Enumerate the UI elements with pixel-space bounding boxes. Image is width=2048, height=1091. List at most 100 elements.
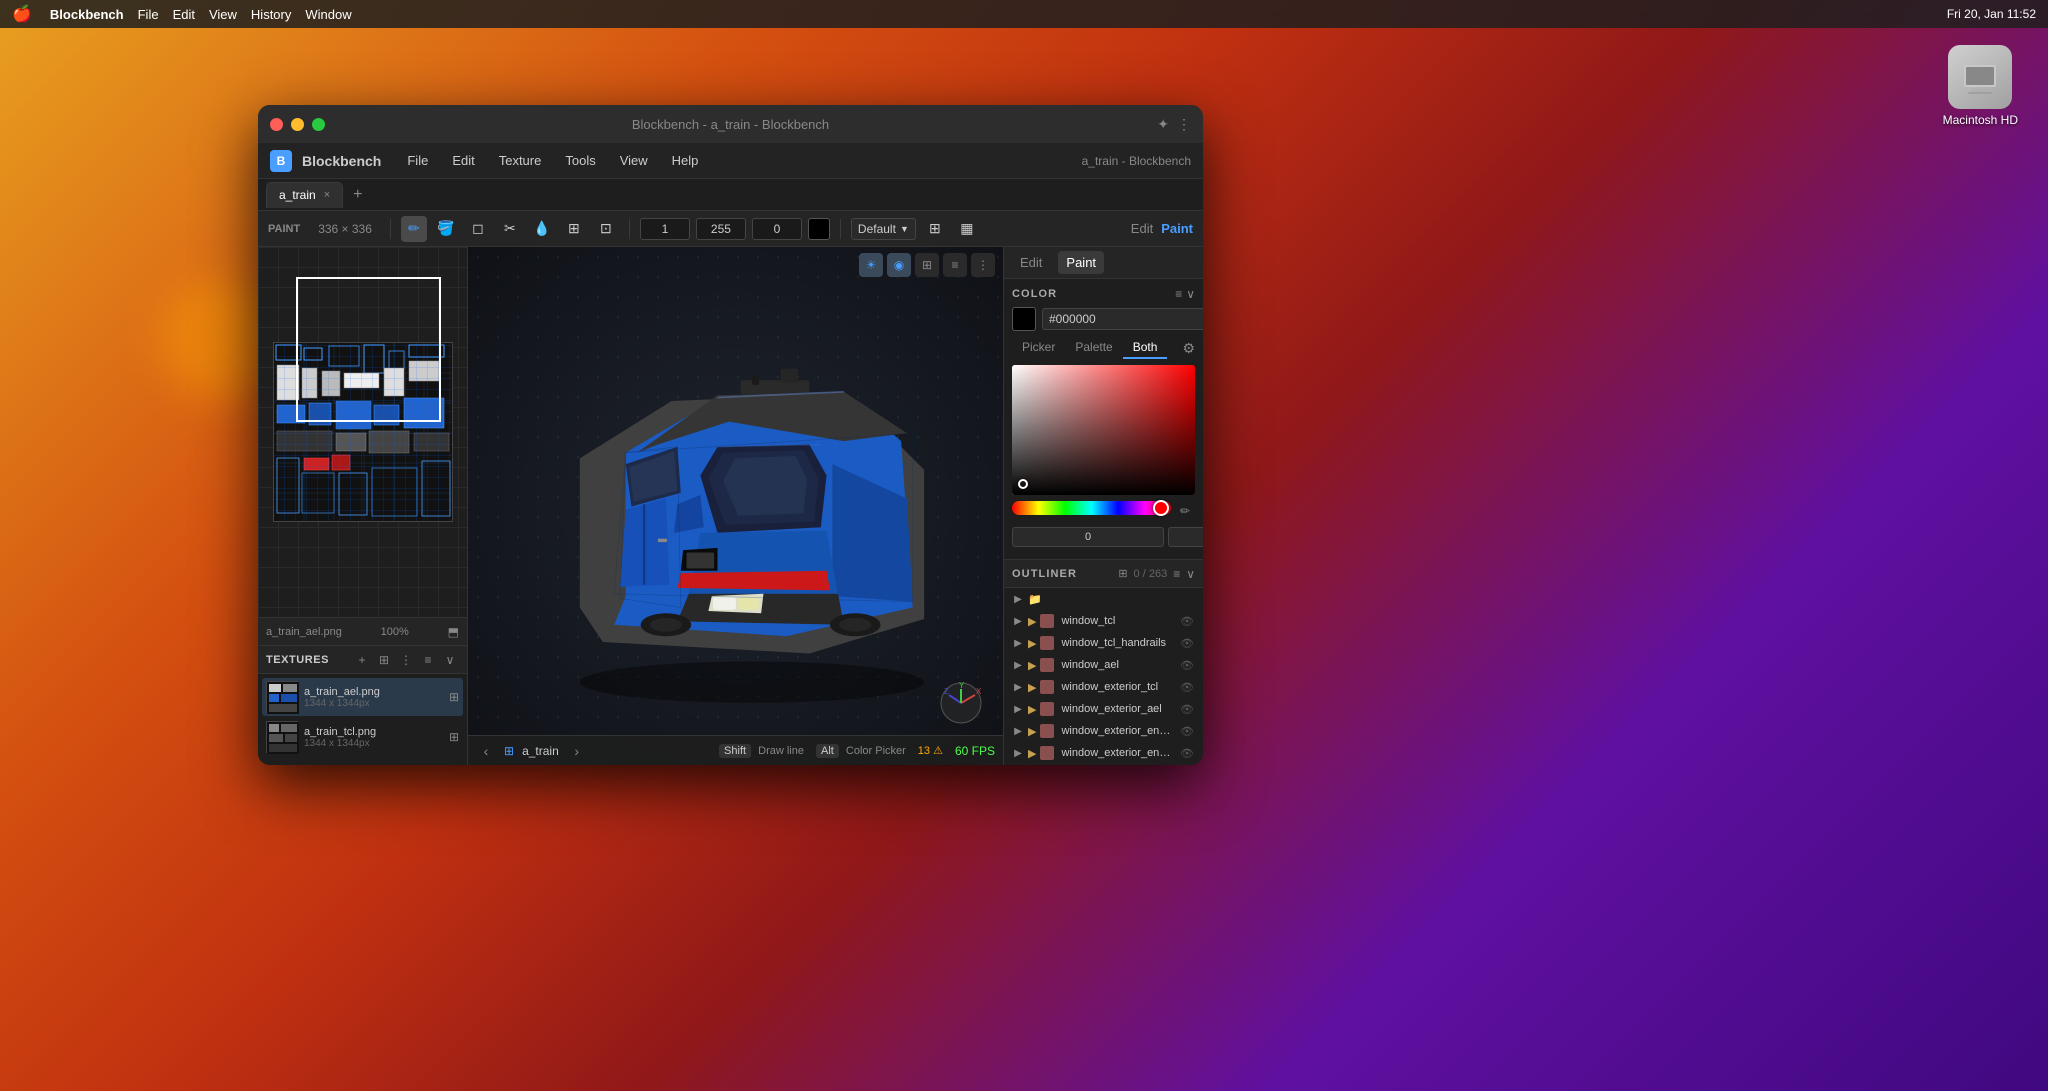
vp-icon-layers[interactable]: ≡: [943, 253, 967, 277]
rgb-r-input[interactable]: [1012, 527, 1164, 547]
apple-menu[interactable]: 🍎: [12, 4, 32, 24]
menu-texture[interactable]: Texture: [489, 149, 552, 172]
visibility-4[interactable]: 👁: [1179, 701, 1195, 717]
color-tab-both[interactable]: Both: [1123, 337, 1168, 359]
toolbar-grid-btn[interactable]: ⊞: [922, 216, 948, 242]
textures-folder-icon[interactable]: ⊞: [375, 651, 393, 669]
color-hex-input[interactable]: [1042, 308, 1203, 330]
toolbar-color-swatch[interactable]: [808, 218, 830, 240]
color-settings-icon[interactable]: ⚙: [1182, 340, 1195, 357]
color-picker-area[interactable]: [1012, 365, 1195, 495]
expand-2[interactable]: ▶: [1012, 659, 1024, 671]
visibility-6[interactable]: 👁: [1179, 745, 1195, 761]
outliner-icon-grid[interactable]: ⊞: [1118, 567, 1127, 580]
vp-icon-sun[interactable]: ☀: [859, 253, 883, 277]
menu-help[interactable]: Help: [662, 149, 709, 172]
textures-expand-icon[interactable]: ≡: [419, 651, 437, 669]
textures-collapse-icon[interactable]: ∨: [441, 651, 459, 669]
toolbar-eyedrop-btn[interactable]: 💧: [529, 216, 555, 242]
outliner-item-4[interactable]: ▶ ▶ window_exterior_ael 👁: [1004, 698, 1203, 720]
titlebar-star-icon[interactable]: ✦: [1157, 116, 1169, 133]
menubar-history[interactable]: History: [251, 7, 291, 22]
menu-file[interactable]: File: [397, 149, 438, 172]
uv-canvas-area[interactable]: [258, 247, 467, 617]
expand-5[interactable]: ▶: [1012, 725, 1024, 737]
expand-0[interactable]: ▶: [1012, 615, 1024, 627]
menu-edit[interactable]: Edit: [442, 149, 484, 172]
texture-item-1[interactable]: a_train_tcl.png 1344 x 1344px ⊞: [262, 718, 463, 756]
rgb-g-input[interactable]: [1168, 527, 1203, 547]
color-preview-swatch[interactable]: [1012, 307, 1036, 331]
expand-3[interactable]: ▶: [1012, 681, 1024, 693]
expand-1[interactable]: ▶: [1012, 637, 1024, 649]
color-collapse-icon[interactable]: ∨: [1186, 287, 1195, 301]
menu-tools[interactable]: Tools: [555, 149, 605, 172]
rp-tab-edit[interactable]: Edit: [1012, 251, 1050, 274]
toolbar-input-1[interactable]: [640, 218, 690, 240]
titlebar-menu-icon[interactable]: ⋮: [1177, 116, 1191, 133]
outliner-item-6[interactable]: ▶ ▶ window_exterior_end_ael 👁: [1004, 742, 1203, 764]
eyedropper-icon[interactable]: ✏: [1175, 501, 1195, 521]
tab-close-button[interactable]: ×: [324, 189, 330, 201]
vp-nav-prev[interactable]: ‹: [476, 743, 496, 759]
toolbar-layout-btn[interactable]: ▦: [954, 216, 980, 242]
desktop-icon-macintosh-hd[interactable]: Macintosh HD: [1943, 45, 2018, 127]
expand-6[interactable]: ▶: [1012, 747, 1024, 759]
rp-tab-paint[interactable]: Paint: [1058, 251, 1104, 274]
tab-add-button[interactable]: +: [347, 186, 368, 204]
vp-nav-next[interactable]: ›: [567, 743, 587, 759]
window-minimize-button[interactable]: [291, 118, 304, 131]
outliner-item-0[interactable]: ▶ ▶ window_tcl 👁: [1004, 610, 1203, 632]
texture-info-export-icon[interactable]: ⬒: [448, 625, 459, 639]
mode-paint-btn[interactable]: Paint: [1161, 221, 1193, 236]
vp-tab-icon[interactable]: ⊞: [504, 744, 514, 758]
outliner-expand-icon[interactable]: ▶: [1012, 593, 1024, 605]
mode-edit-btn[interactable]: Edit: [1131, 221, 1153, 236]
vp-icon-grid[interactable]: ⊞: [915, 253, 939, 277]
expand-4[interactable]: ▶: [1012, 703, 1024, 715]
visibility-2[interactable]: 👁: [1179, 657, 1195, 673]
tab-a-train[interactable]: a_train ×: [266, 182, 343, 208]
outliner-menu-icon[interactable]: ≡: [1173, 567, 1180, 581]
toolbar-input-3[interactable]: [752, 218, 802, 240]
toolbar-erase-btn[interactable]: ◻: [465, 216, 491, 242]
menubar-file[interactable]: File: [138, 7, 159, 22]
outliner-item-1[interactable]: ▶ ▶ window_tcl_handrails 👁: [1004, 632, 1203, 654]
outliner-collapse-icon[interactable]: ∨: [1186, 567, 1195, 581]
textures-add-icon[interactable]: +: [353, 651, 371, 669]
texture-action-1[interactable]: ⊞: [449, 730, 459, 744]
menubar-app-name[interactable]: Blockbench: [50, 7, 124, 22]
toolbar-default-dropdown[interactable]: Default ▼: [851, 218, 916, 240]
window-close-button[interactable]: [270, 118, 283, 131]
toolbar-pencil-btn[interactable]: ✏: [401, 216, 427, 242]
color-tab-palette[interactable]: Palette: [1065, 337, 1122, 359]
toolbar-copy-btn[interactable]: ⊞: [561, 216, 587, 242]
menubar-edit[interactable]: Edit: [173, 7, 195, 22]
menubar-window[interactable]: Window: [305, 7, 351, 22]
visibility-0[interactable]: 👁: [1179, 613, 1195, 629]
vp-icon-globe[interactable]: ◉: [887, 253, 911, 277]
vp-icon-more[interactable]: ⋮: [971, 253, 995, 277]
toolbar-input-2[interactable]: [696, 218, 746, 240]
hue-slider[interactable]: [1012, 501, 1171, 515]
menu-view[interactable]: View: [610, 149, 658, 172]
outliner-item-3[interactable]: ▶ ▶ window_exterior_tcl 👁: [1004, 676, 1203, 698]
toolbar-flip-btn[interactable]: ⊡: [593, 216, 619, 242]
outliner-item-7[interactable]: ▶ ▶ side_panel_tcl 👁: [1004, 764, 1203, 765]
visibility-1[interactable]: 👁: [1179, 635, 1195, 651]
menubar-view[interactable]: View: [209, 7, 237, 22]
window-maximize-button[interactable]: [312, 118, 325, 131]
toolbar-select-btn[interactable]: ✂: [497, 216, 523, 242]
outliner-item-2[interactable]: ▶ ▶ window_ael 👁: [1004, 654, 1203, 676]
outliner-group-item[interactable]: ▶ 📁: [1004, 588, 1203, 610]
visibility-3[interactable]: 👁: [1179, 679, 1195, 695]
color-tab-picker[interactable]: Picker: [1012, 337, 1065, 359]
color-menu-icon[interactable]: ≡: [1175, 287, 1182, 301]
toolbar-fill-btn[interactable]: 🪣: [433, 216, 459, 242]
texture-action-0[interactable]: ⊞: [449, 690, 459, 704]
viewport[interactable]: ☀ ◉ ⊞ ≡ ⋮ X Z Y: [468, 247, 1003, 765]
outliner-item-5[interactable]: ▶ ▶ window_exterior_end_tcl 👁: [1004, 720, 1203, 742]
textures-more-icon[interactable]: ⋮: [397, 651, 415, 669]
texture-item-0[interactable]: a_train_ael.png 1344 x 1344px ⊞: [262, 678, 463, 716]
visibility-5[interactable]: 👁: [1179, 723, 1195, 739]
